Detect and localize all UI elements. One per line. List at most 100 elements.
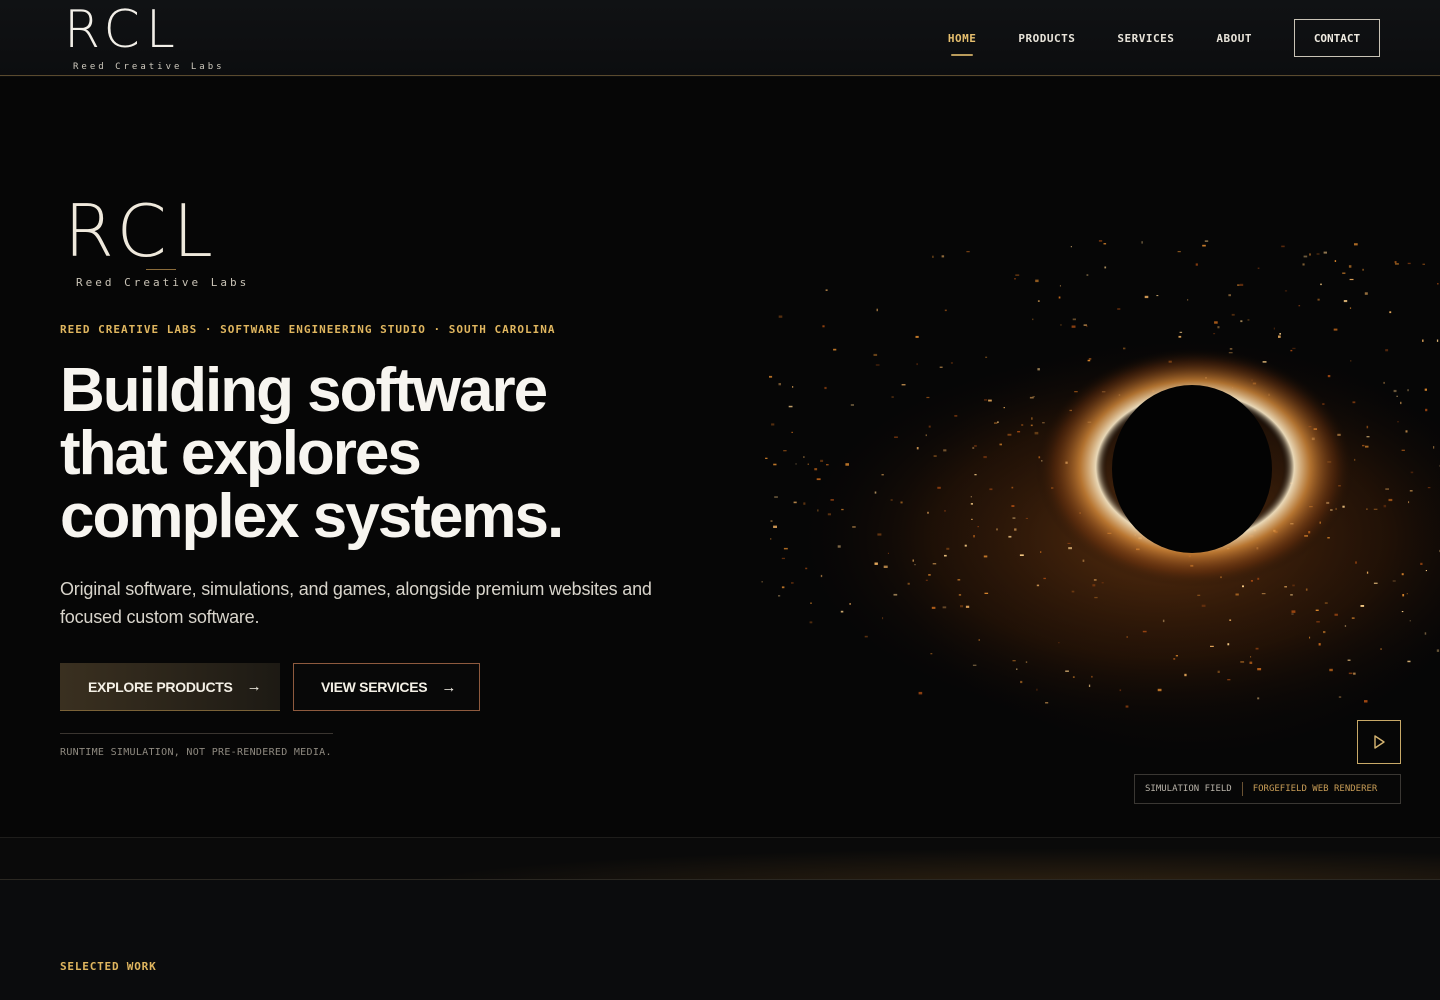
particle [1257, 697, 1260, 700]
particle [1373, 582, 1378, 584]
particle [826, 464, 829, 466]
particle [1067, 542, 1071, 544]
simulation-badge: SIMULATION FIELD FORGEFIELD WEB RENDERER [1134, 774, 1401, 804]
headline-line-3: complex systems. [60, 482, 564, 551]
particle [1195, 263, 1198, 266]
particle [1179, 331, 1183, 333]
particle [875, 364, 880, 366]
particle [918, 691, 923, 695]
particle [928, 574, 931, 576]
particle [970, 496, 972, 498]
explore-products-button[interactable]: EXPLORE PRODUCTS → [60, 663, 280, 711]
particle [850, 404, 854, 406]
particle [1087, 359, 1091, 362]
particle [890, 499, 893, 501]
play-button[interactable] [1357, 720, 1401, 764]
particle [1036, 584, 1040, 587]
particle [1355, 561, 1357, 564]
particle [1035, 279, 1039, 283]
particle [1217, 326, 1220, 329]
logo[interactable]: RCL [64, 4, 181, 56]
particle [1058, 642, 1060, 644]
nav-products[interactable]: PRODUCTS [1018, 32, 1075, 45]
particle [1292, 584, 1295, 587]
particle [926, 396, 930, 399]
particle [1396, 395, 1398, 397]
particle [1030, 424, 1033, 427]
particle [932, 563, 937, 565]
particle [849, 603, 851, 605]
particle [1334, 260, 1337, 262]
particle [1400, 401, 1402, 405]
particle [1273, 327, 1275, 330]
particle [966, 251, 970, 253]
particle [807, 463, 809, 465]
particle [1003, 407, 1005, 409]
particle [974, 474, 977, 476]
particle [1338, 696, 1342, 698]
explore-products-label: EXPLORE PRODUCTS [88, 678, 233, 695]
particle [1065, 670, 1069, 672]
contact-button[interactable]: CONTACT [1294, 19, 1380, 57]
particle [1008, 535, 1012, 538]
particle [912, 559, 914, 562]
particle [1303, 255, 1308, 258]
particle [1354, 243, 1358, 246]
particle [1012, 517, 1016, 519]
particle [925, 434, 927, 437]
particle [773, 463, 777, 466]
nav-about[interactable]: ABOUT [1216, 32, 1252, 45]
particle [770, 538, 772, 540]
particle [1342, 272, 1346, 274]
particle [774, 496, 778, 498]
particle [1392, 580, 1396, 582]
particle [1227, 679, 1231, 681]
particle [1229, 348, 1233, 350]
particle [894, 436, 898, 438]
badge-divider [1241, 782, 1243, 796]
view-services-button[interactable]: VIEW SERVICES → [293, 663, 480, 711]
particle [983, 555, 988, 558]
particle [1250, 580, 1253, 582]
particle [1126, 636, 1128, 638]
particle [1327, 537, 1330, 539]
particle [944, 554, 947, 557]
particle [765, 457, 768, 459]
particle [1144, 295, 1149, 299]
particle [901, 384, 906, 386]
particle [1257, 267, 1260, 269]
particle [1037, 300, 1040, 302]
particle [954, 415, 958, 417]
particle [958, 594, 962, 596]
particle [1060, 324, 1062, 326]
particle [1320, 283, 1322, 286]
particle [925, 579, 928, 581]
particle [1302, 263, 1305, 266]
particle [1088, 684, 1091, 687]
particle [1227, 643, 1230, 646]
particle [1119, 689, 1122, 692]
headline-line-1: Building software [60, 356, 548, 425]
particle [1202, 244, 1206, 247]
particle [1284, 290, 1288, 292]
particle [964, 544, 967, 547]
nav-home[interactable]: HOME [948, 32, 977, 56]
particle [1383, 381, 1385, 384]
particle [1014, 528, 1017, 531]
particle [937, 486, 941, 489]
particle [781, 586, 785, 589]
particle [985, 356, 988, 358]
selected-work-section: SELECTED WORK [0, 881, 1440, 1000]
particle [974, 445, 977, 447]
particle [1366, 508, 1368, 510]
particle [1364, 292, 1368, 295]
nav-services[interactable]: SERVICES [1117, 32, 1174, 45]
particle [1323, 251, 1327, 254]
particle [805, 567, 808, 570]
particle [972, 446, 975, 449]
particle [973, 535, 975, 538]
particle [769, 375, 773, 378]
hero-logo: RCL [64, 189, 219, 273]
particle [916, 447, 919, 450]
particle [942, 606, 947, 609]
